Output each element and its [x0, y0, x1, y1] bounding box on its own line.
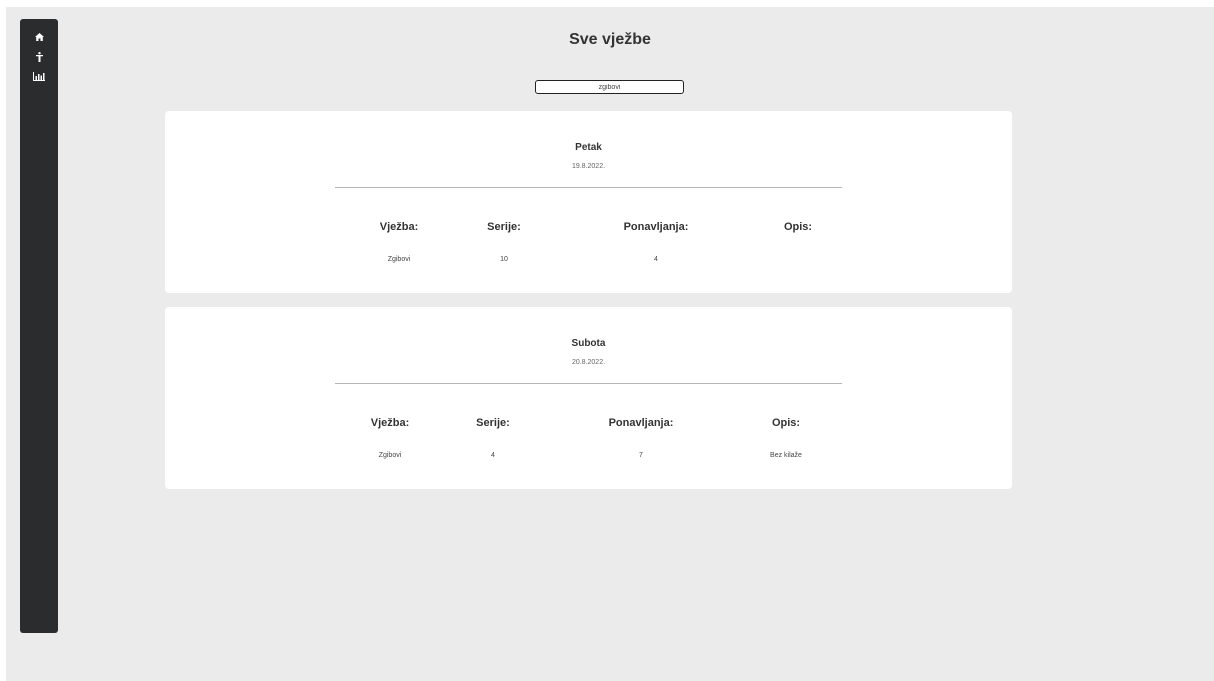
cell-description: Bez kilaže	[770, 452, 802, 459]
sidebar-item-statistics[interactable]	[20, 67, 58, 85]
cell-reps: 4	[654, 256, 658, 263]
workout-date: 20.8.2022.	[571, 359, 606, 366]
bar-chart-icon	[33, 71, 45, 81]
workout-day: Petak	[575, 142, 602, 153]
sidebar	[20, 19, 58, 633]
divider	[335, 187, 842, 188]
cell-exercise: Zgibovi	[387, 256, 411, 263]
column-header-sets: Serije:	[476, 417, 510, 429]
cell-sets: 10	[500, 256, 508, 263]
page-title: Sve vježbe	[569, 31, 651, 48]
sidebar-item-workouts[interactable]	[20, 48, 58, 66]
column-header-description: Opis:	[771, 417, 801, 429]
workout-card: Subota 20.8.2022. Vježba: Serije: Ponavl…	[165, 307, 1012, 489]
column-header-exercise: Vježba:	[379, 221, 419, 233]
workout-date: 19.8.2022.	[571, 163, 606, 170]
column-header-description: Opis:	[783, 221, 813, 233]
workout-card: Petak 19.8.2022. Vježba: Serije: Ponavlj…	[165, 111, 1012, 293]
column-header-exercise: Vježba:	[370, 417, 410, 429]
column-header-reps: Ponavljanja:	[608, 417, 674, 429]
divider	[335, 383, 842, 384]
workout-icon	[35, 52, 43, 62]
workout-day: Subota	[571, 338, 606, 349]
app-viewport: Sve vježbe Petak 19.8.2022. Vježba: Seri…	[6, 7, 1214, 681]
cell-reps: 7	[639, 452, 643, 459]
cell-sets: 4	[491, 452, 495, 459]
search-input[interactable]	[535, 80, 684, 94]
cell-exercise: Zgibovi	[378, 452, 402, 459]
column-header-sets: Serije:	[487, 221, 521, 233]
column-header-reps: Ponavljanja:	[623, 221, 689, 233]
